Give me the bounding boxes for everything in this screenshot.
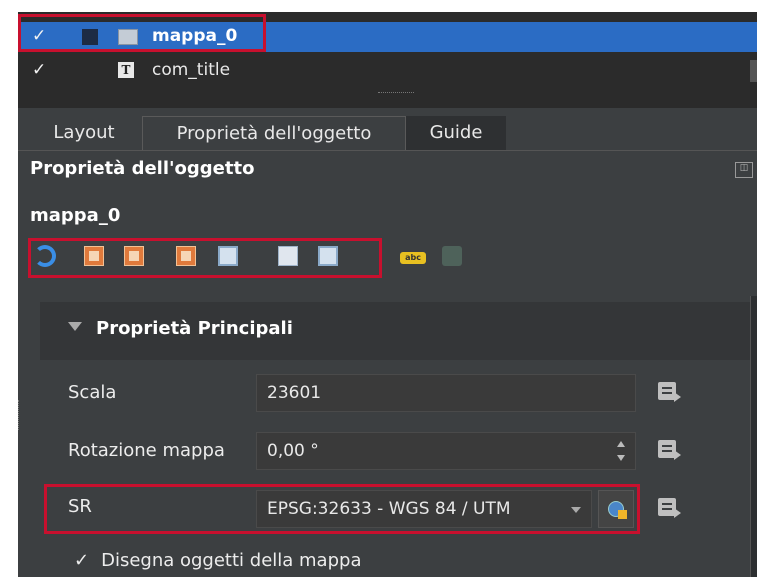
object-name: mappa_0 bbox=[30, 205, 121, 226]
visibility-checkbox[interactable]: ✓ bbox=[32, 60, 46, 80]
checkmark-icon[interactable]: ✓ bbox=[74, 550, 89, 571]
item-properties-panel: ✓ mappa_0 ✓ T com_title Layout Proprietà… bbox=[18, 12, 757, 577]
highlight-box-item bbox=[18, 14, 266, 52]
tab-guides[interactable]: Guide bbox=[406, 116, 506, 150]
highlight-box-toolbar bbox=[28, 238, 382, 278]
rotation-value: 0,00 ° bbox=[267, 441, 319, 461]
tab-layout[interactable]: Layout bbox=[26, 116, 142, 150]
data-defined-button[interactable] bbox=[654, 496, 682, 520]
draw-map-items-checkbox[interactable]: ✓ Disegna oggetti della mappa bbox=[74, 550, 361, 571]
panel-title: Proprietà dell'oggetto bbox=[30, 158, 255, 179]
highlight-box-sr bbox=[44, 484, 640, 534]
scale-input[interactable]: 23601 bbox=[256, 374, 636, 412]
item-name: com_title bbox=[152, 60, 231, 80]
text-icon: T bbox=[118, 62, 134, 78]
vertical-scrollbar[interactable] bbox=[750, 296, 757, 577]
label-abc-icon[interactable]: abc bbox=[400, 252, 426, 264]
tab-item-properties[interactable]: Proprietà dell'oggetto bbox=[142, 116, 406, 150]
disabled-icon bbox=[442, 246, 462, 266]
scale-value: 23601 bbox=[267, 383, 322, 403]
spinner-icon[interactable] bbox=[617, 441, 625, 461]
rotation-input[interactable]: 0,00 ° bbox=[256, 432, 636, 470]
group-title: Proprietà Principali bbox=[96, 318, 293, 339]
data-defined-button[interactable] bbox=[654, 438, 682, 462]
rotation-label: Rotazione mappa bbox=[68, 440, 225, 461]
draw-map-items-label: Disegna oggetti della mappa bbox=[101, 550, 362, 571]
group-header[interactable]: Proprietà Principali bbox=[40, 302, 757, 360]
resize-grip[interactable] bbox=[18, 400, 22, 430]
splitter-handle[interactable] bbox=[378, 92, 414, 96]
items-list: ✓ mappa_0 ✓ T com_title bbox=[18, 12, 757, 108]
tab-bar: Layout Proprietà dell'oggetto Guide bbox=[18, 108, 757, 151]
data-defined-button[interactable] bbox=[654, 380, 682, 404]
collapse-arrow-icon[interactable] bbox=[68, 322, 82, 331]
scrollbar[interactable] bbox=[750, 60, 757, 82]
list-item-com-title[interactable]: ✓ T com_title bbox=[18, 56, 757, 86]
scale-label: Scala bbox=[68, 382, 117, 403]
undock-icon[interactable]: ◫ bbox=[735, 162, 753, 178]
